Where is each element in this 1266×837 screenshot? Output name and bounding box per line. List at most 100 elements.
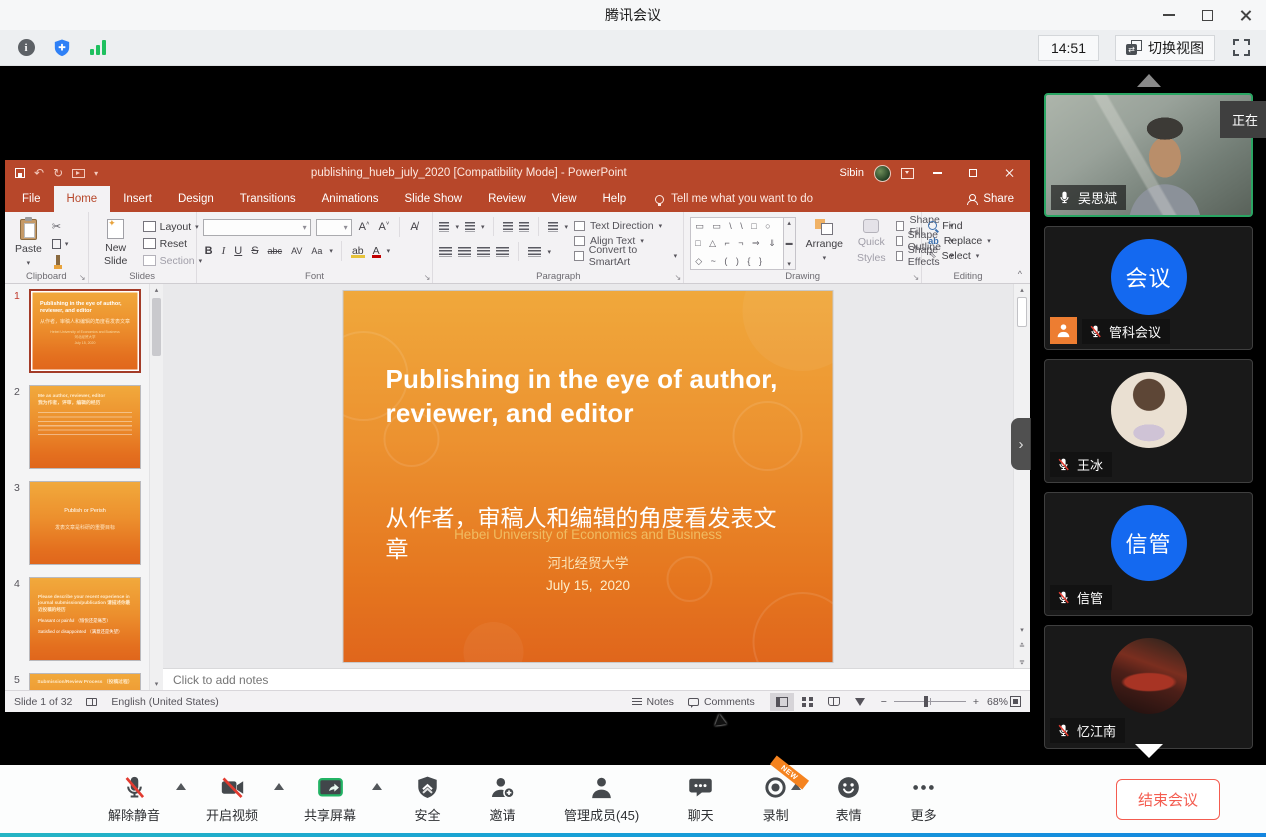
- spellcheck-button[interactable]: [86, 698, 97, 706]
- tab-review[interactable]: Review: [475, 186, 539, 212]
- participant-tile-guanke[interactable]: 会议 管科会议: [1044, 226, 1253, 350]
- shrink-font-button[interactable]: A˅: [376, 221, 391, 233]
- slideshow-view-button[interactable]: [848, 693, 872, 711]
- notes-pane[interactable]: Click to add notes: [163, 668, 1030, 690]
- end-meeting-button[interactable]: 结束会议: [1116, 779, 1220, 820]
- text-direction-button[interactable]: Text Direction▾: [574, 219, 677, 232]
- thumbnail-item-5[interactable]: 5 Submission/Review Process （投稿过程）: [5, 673, 149, 690]
- scroll-up-arrow[interactable]: [1137, 74, 1161, 87]
- tab-transitions[interactable]: Transitions: [227, 186, 309, 212]
- start-video-button[interactable]: 开启视频: [206, 774, 258, 824]
- copy-button[interactable]: ▾: [52, 237, 69, 250]
- new-slide-button[interactable]: New Slide: [95, 217, 137, 270]
- ppt-close-button[interactable]: [996, 162, 1022, 184]
- more-button[interactable]: 更多: [910, 774, 937, 824]
- thumbnail-slide-2[interactable]: Me as author, reviewer, editor 我为作者，评审，编…: [29, 385, 141, 469]
- tab-home[interactable]: Home: [54, 186, 111, 212]
- notes-toggle[interactable]: Notes: [632, 696, 674, 708]
- thumbnail-scroll-thumb[interactable]: [152, 298, 161, 356]
- invite-button[interactable]: 邀请: [489, 774, 516, 824]
- undo-icon[interactable]: ↶: [34, 167, 44, 179]
- decrease-indent-button[interactable]: [503, 222, 513, 232]
- participant-tile-xinguan[interactable]: 信管 信管: [1044, 492, 1253, 616]
- start-slideshow-icon[interactable]: [72, 169, 85, 178]
- replace-button[interactable]: abReplace▾: [928, 234, 991, 247]
- close-button[interactable]: [1226, 0, 1264, 30]
- shapes-scroll[interactable]: ▴▬▾: [784, 217, 796, 270]
- thumbnail-slide-5[interactable]: Submission/Review Process （投稿过程）: [29, 673, 141, 690]
- bullets-button[interactable]: [439, 222, 449, 232]
- tab-design[interactable]: Design: [165, 186, 227, 212]
- zoom-out-button[interactable]: −: [881, 696, 887, 708]
- switch-view-button[interactable]: ⇄ 切换视图: [1115, 35, 1215, 61]
- security-button[interactable]: 安全: [414, 774, 441, 824]
- ppt-share-button[interactable]: Share: [966, 186, 1030, 212]
- manage-members-button[interactable]: 管理成员(45): [564, 774, 639, 824]
- tab-file[interactable]: File: [9, 186, 54, 212]
- zoom-slider-thumb[interactable]: [924, 696, 928, 707]
- collapse-ribbon-button[interactable]: ^: [1014, 212, 1030, 283]
- tab-insert[interactable]: Insert: [110, 186, 165, 212]
- save-icon[interactable]: [15, 168, 25, 178]
- font-color-button[interactable]: A: [371, 245, 382, 257]
- share-screen-button[interactable]: 共享屏幕: [304, 774, 356, 824]
- italic-button[interactable]: I: [220, 245, 228, 257]
- format-painter-button[interactable]: [52, 254, 69, 267]
- emoji-button[interactable]: 表情: [835, 774, 862, 824]
- zoom-slider[interactable]: [894, 701, 966, 702]
- zoom-level[interactable]: 68%: [987, 696, 1008, 708]
- strikethrough-button[interactable]: abc: [266, 246, 285, 256]
- font-name-select[interactable]: ▾: [203, 219, 311, 236]
- reset-button[interactable]: Reset: [143, 237, 203, 250]
- find-button[interactable]: Find: [928, 219, 991, 232]
- tab-view[interactable]: View: [539, 186, 590, 212]
- ppt-user-name[interactable]: Sibin: [840, 167, 864, 179]
- ribbon-display-options-icon[interactable]: [901, 168, 914, 179]
- thumbnail-item-4[interactable]: 4 Please describe your recent experience…: [5, 577, 149, 661]
- thumbnail-item-2[interactable]: 2 Me as author, reviewer, editor 我为作者，评审…: [5, 385, 149, 469]
- participant-tile-yijiangnan[interactable]: 忆江南: [1044, 625, 1253, 749]
- reading-view-button[interactable]: [822, 693, 846, 711]
- fit-slide-button[interactable]: [1010, 696, 1021, 707]
- audio-options-caret[interactable]: [176, 783, 186, 790]
- next-slide-button[interactable]: ≛: [1014, 657, 1030, 665]
- align-left-button[interactable]: [439, 247, 452, 257]
- scroll-down-arrow[interactable]: [1135, 744, 1163, 758]
- shadow-button[interactable]: S: [249, 245, 260, 257]
- section-button[interactable]: Section▾: [143, 254, 203, 267]
- share-options-caret[interactable]: [372, 783, 382, 790]
- current-slide[interactable]: Publishing in the eye of author, reviewe…: [344, 291, 833, 662]
- align-right-button[interactable]: [477, 247, 490, 257]
- unmute-button[interactable]: 解除静音: [108, 774, 160, 824]
- line-spacing-button[interactable]: [548, 222, 558, 232]
- record-button[interactable]: NEW 录制: [762, 774, 789, 824]
- tell-me-box[interactable]: Tell me what you want to do: [655, 186, 813, 212]
- highlight-color-button[interactable]: ab: [350, 245, 366, 257]
- maximize-button[interactable]: [1188, 0, 1226, 30]
- tab-help[interactable]: Help: [590, 186, 640, 212]
- columns-button[interactable]: [528, 247, 541, 257]
- ppt-user-avatar[interactable]: [874, 165, 891, 182]
- thumbnail-scrollbar[interactable]: ▴ ▾: [149, 284, 163, 690]
- bold-button[interactable]: B: [203, 245, 215, 257]
- underline-button[interactable]: U: [232, 245, 244, 257]
- slide-scrollbar[interactable]: ▴ ▾ ≛ ≛: [1013, 284, 1030, 668]
- normal-view-button[interactable]: [770, 693, 794, 711]
- paste-button[interactable]: Paste ▾: [11, 217, 46, 270]
- select-button[interactable]: ⇖Select▾: [928, 249, 991, 262]
- layout-button[interactable]: Layout▾: [143, 220, 203, 233]
- numbering-button[interactable]: [465, 222, 475, 232]
- clipboard-dialog-launcher[interactable]: ↘: [79, 273, 86, 282]
- quick-styles-button[interactable]: Quick Styles: [853, 217, 890, 270]
- fullscreen-button[interactable]: [1233, 39, 1250, 56]
- language-indicator[interactable]: English (United States): [111, 696, 218, 708]
- cut-button[interactable]: ✂: [52, 220, 69, 233]
- ppt-minimize-button[interactable]: [924, 162, 950, 184]
- tab-slideshow[interactable]: Slide Show: [392, 186, 476, 212]
- clear-format-button[interactable]: A̸: [408, 221, 419, 233]
- change-case-button[interactable]: Aa: [309, 246, 324, 256]
- font-size-select[interactable]: ▾: [316, 219, 352, 236]
- minimize-button[interactable]: [1150, 0, 1188, 30]
- thumbnail-slide-3[interactable]: Publish or Perish 发表文章是科研的重要目标: [29, 481, 141, 565]
- network-status-button[interactable]: [85, 35, 111, 61]
